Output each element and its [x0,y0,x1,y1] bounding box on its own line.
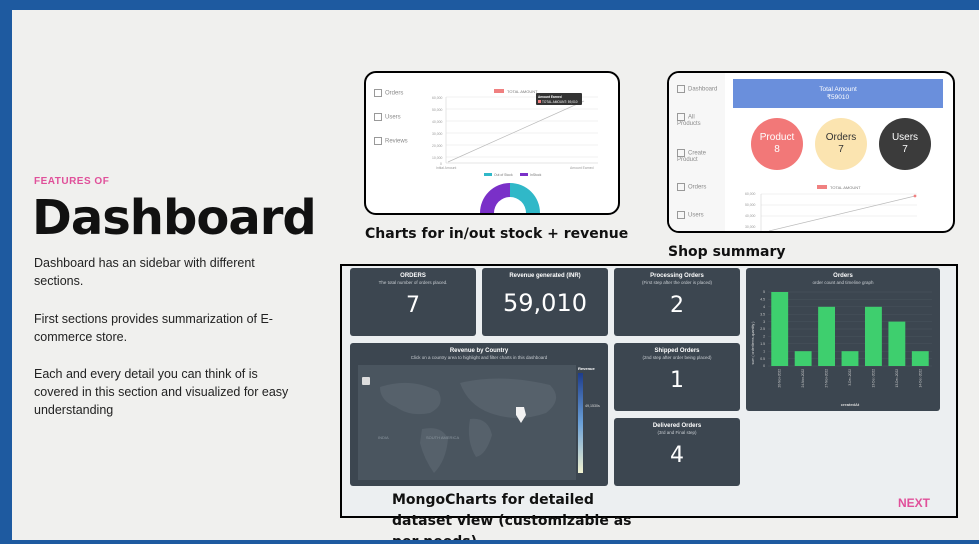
y-tick-label: 1 [763,349,765,353]
delivered-orders-panel[interactable]: Delivered Orders (3rd and Final step) 4 [614,418,740,486]
panel-subtitle: (3rd and Final step) [657,430,697,435]
donut-legend-swatch-instock [520,173,528,176]
x-tick-label: 13-Dec-2022 [871,369,875,388]
legend-label: TOTAL AMOUNT [830,185,861,190]
amount-line [768,195,916,231]
legend-swatch [494,89,504,93]
donut-slice-instock [510,183,540,213]
y-tick-label: 1.5 [760,342,765,346]
x-tick-label: 24-Nov-2022 [801,369,805,388]
tick-label: 20,000 [432,144,442,148]
map-control[interactable] [362,377,370,385]
world-map[interactable]: SOUTH AMERICA INDIA Revenue 49,1530s [350,343,608,486]
next-link[interactable]: NEXT [898,496,930,510]
tick-label: 40,000 [432,120,442,124]
description-paragraph-3: Each and every detail you can think of i… [34,367,289,417]
orders-bar-chart-panel[interactable]: Orders order count and timeline graph su… [746,268,940,411]
revenue-legend-bar [578,373,583,473]
bar[interactable] [841,351,859,366]
donut-legend-swatch-outstock [484,173,492,176]
tick-label: 50,000 [432,108,442,112]
y-tick-label: 3 [763,320,765,324]
bar[interactable] [818,306,836,366]
y-tick-label: 5 [763,290,765,294]
y-tick-label: 4.5 [760,298,765,302]
tick-label: 60,000 [432,96,442,100]
slide: FEATURES OF Dashboard Dashboard has an s… [12,10,979,540]
features-kicker: FEATURES OF [34,176,110,187]
bar[interactable] [888,321,906,366]
processing-orders-panel[interactable]: Processing Orders (First step after the … [614,268,740,336]
y-tick-label: 3.5 [760,312,765,316]
description-paragraph-1: Dashboard has an sidebar with different … [34,256,255,288]
panel-subtitle: (First step after the order is placed) [641,280,713,285]
y-tick-label: 2.5 [760,327,765,331]
tooltip-value: TOTAL AMOUNT: 59,010 [542,100,578,104]
panel-title: Shipped Orders [654,348,700,354]
donut-slice-outstock [480,183,510,213]
tick-label: 10,000 [432,156,442,160]
x-tick-label: Amount Earned [570,166,594,170]
legend-swatch [817,185,827,189]
processing-value: 2 [670,293,684,318]
caption-shop-summary: Shop summary [668,244,786,260]
x-tick-label: Initial Amount [436,166,456,170]
bar[interactable] [911,351,929,366]
panel-title: Delivered Orders [652,423,702,429]
x-tick-label: 3-Dec-2022 [848,369,852,386]
bar[interactable] [864,306,882,366]
legend-label: TOTAL AMOUNT [507,89,538,94]
x-axis-label: createdAt [841,402,860,407]
amount-point [913,194,917,198]
caption-mongocharts: MongoCharts for detailed dataset view (c… [392,492,632,540]
map-label: SOUTH AMERICA [426,435,459,440]
mongocharts-dashboard: ORDERS The total number of orders placed… [340,264,958,518]
tick-label: 40,000 [745,214,755,218]
revenue-panel[interactable]: Revenue generated (INR) 59,010 [482,268,608,336]
delivered-value: 4 [670,443,684,468]
map-label: INDIA [378,435,389,440]
panel-title: Processing Orders [650,273,704,279]
tick-label: 60,000 [745,192,755,196]
y-tick-label: 4 [763,305,765,309]
x-tick-label: 14-Dec-2022 [918,369,922,388]
tick-label: 30,000 [432,132,442,136]
y-tick-label: 0.5 [760,357,765,361]
amount-chart: TOTAL AMOUNT 60,000 50,000 40,000 30,000 [745,185,917,231]
orders-bar-chart: sum ( orderItems.quantity ) createdAt 5 4… [751,290,932,407]
tick-label: 30,000 [745,225,755,229]
charts-screenshot: Orders Users Reviews TOTAL AMOUNT 60,000… [364,71,620,215]
bar[interactable] [794,351,812,366]
bar[interactable] [771,292,789,366]
panel-title: ORDERS [400,273,426,279]
panel-title: Revenue generated (INR) [509,273,581,279]
tooltip-title: Amount Earned [538,95,562,99]
caption-charts: Charts for in/out stock + revenue [365,226,629,242]
donut-legend-instock: InStock [530,173,542,177]
revenue-value: 59,010 [503,289,587,317]
tick-label: 50,000 [745,203,755,207]
tooltip-swatch [538,100,541,103]
page-title: Dashboard [32,190,317,246]
y-tick-label: 0 [763,364,765,368]
y-tick-label: 2 [763,335,765,339]
line-chart: TOTAL AMOUNT 60,000 50,000 40,000 30,000… [432,89,598,213]
donut-legend-outstock: Out of Stock [494,173,513,177]
shop-summary-screenshot: Dashboard All Products Create Product Or… [667,71,955,233]
orders-panel[interactable]: ORDERS The total number of orders placed… [350,268,476,336]
panel-subtitle: The total number of orders placed. [378,280,448,285]
revenue-legend-title: Revenue [578,366,595,371]
revenue-map-panel[interactable]: Revenue by Country Click on a country ar… [350,343,608,486]
y-axis-label: sum ( orderItems.quantity ) [751,322,755,365]
revenue-legend-value: 49,1530s [585,404,600,408]
x-tick-label: 20-Nov-2022 [778,369,782,388]
x-tick-label: 27-Nov-2022 [825,369,829,388]
shipped-value: 1 [670,368,684,393]
shipped-orders-panel[interactable]: Shipped Orders (2nd step after order bei… [614,343,740,411]
panel-subtitle: (2nd step after order being placed) [642,355,712,360]
description-paragraph-2: First sections provides summarization of… [34,312,273,344]
orders-value: 7 [406,293,420,318]
x-tick-label: 13-Dec-2022 [895,369,899,388]
revenue-line [447,100,585,163]
